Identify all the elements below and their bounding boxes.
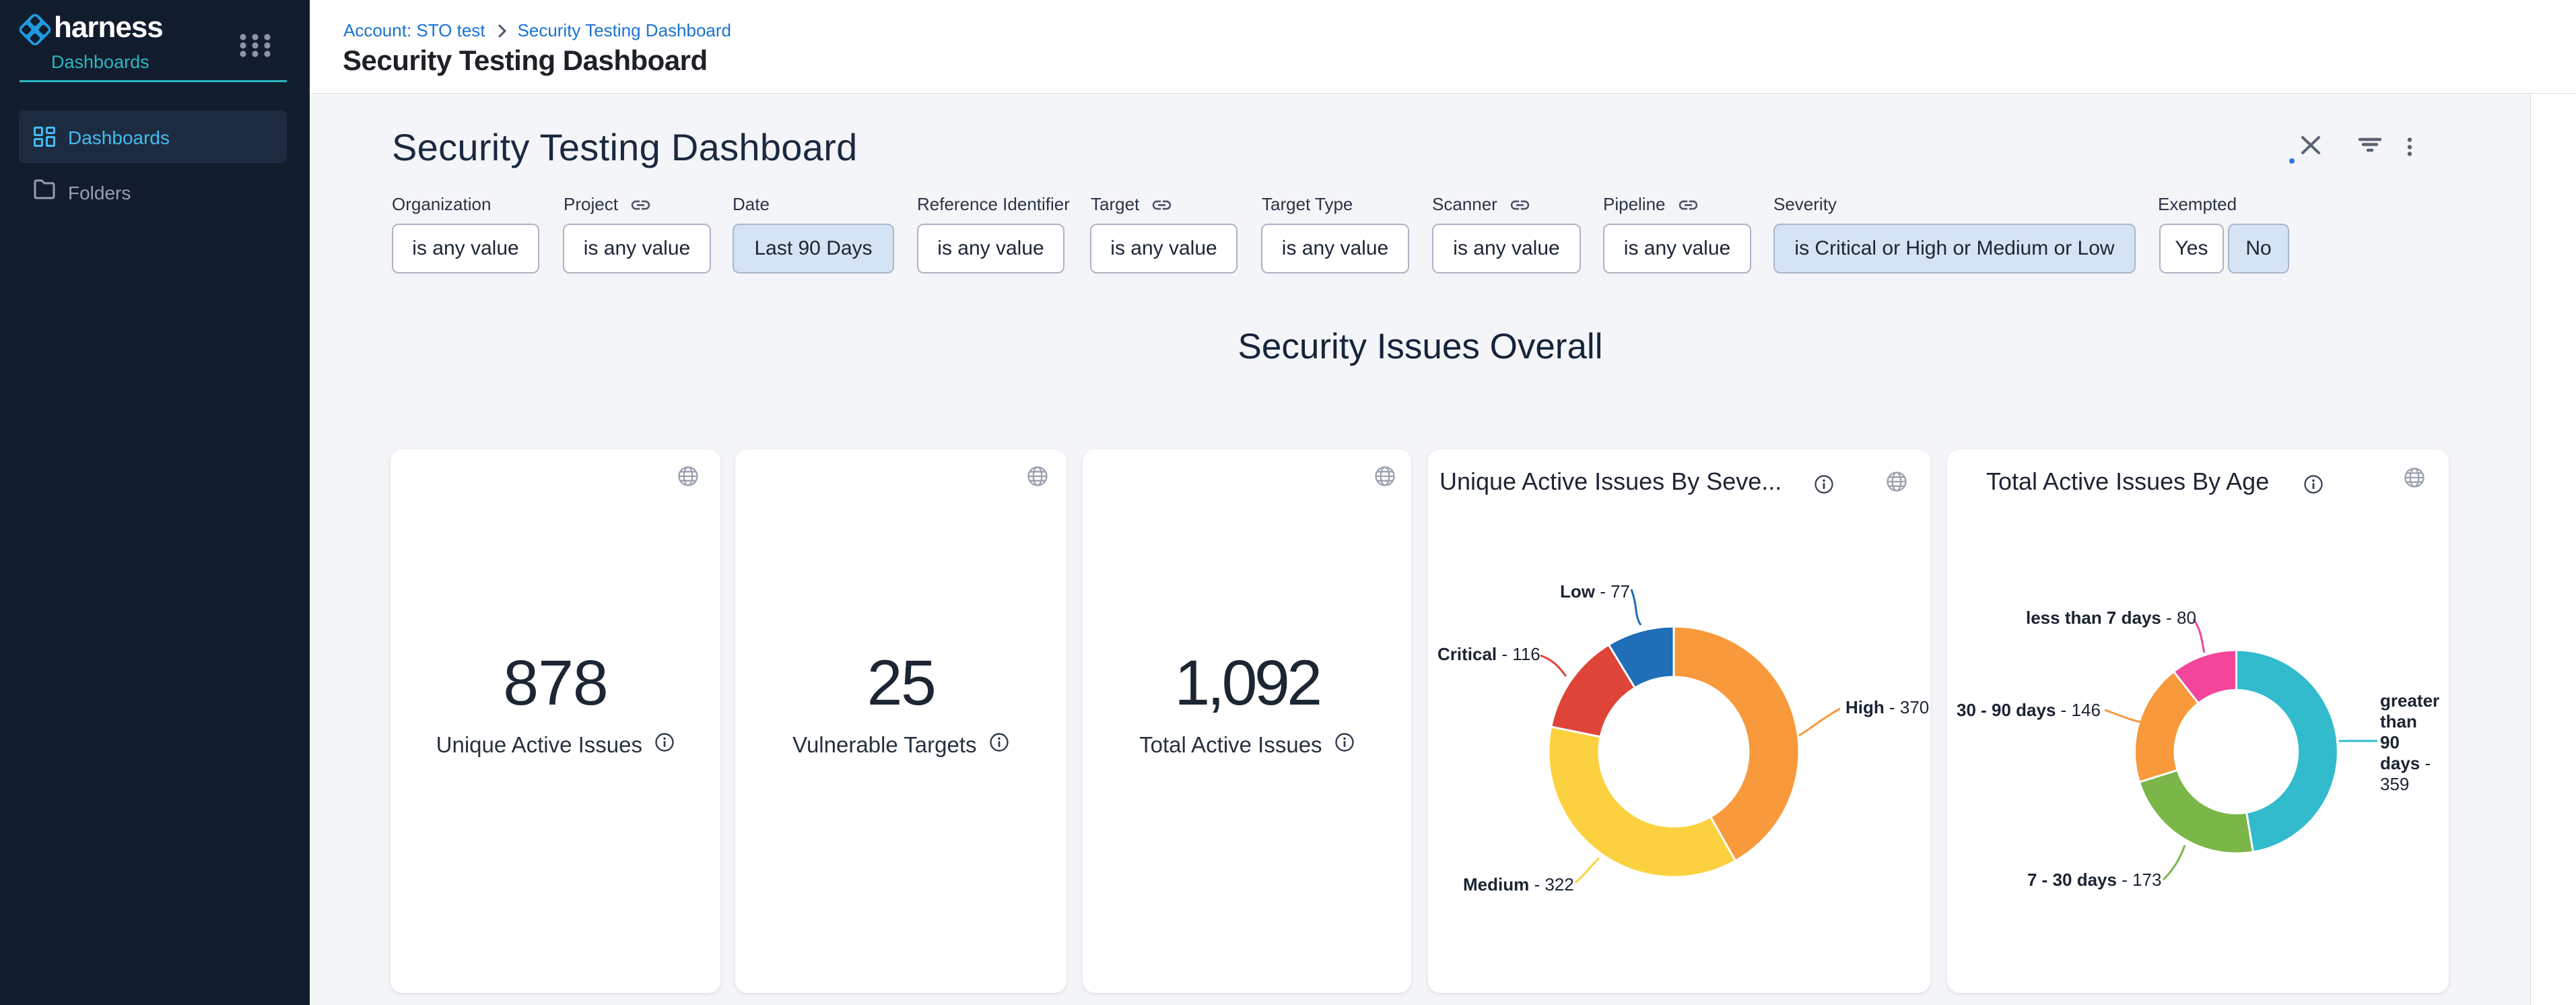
svg-text:days -: days - [2380, 753, 2431, 773]
svg-text:90: 90 [2380, 732, 2400, 752]
svg-text:7 - 30 days - 173: 7 - 30 days - 173 [2027, 870, 2161, 890]
svg-text:Critical - 116: Critical - 116 [1437, 644, 1540, 664]
svg-text:less than 7 days - 80: less than 7 days - 80 [2026, 608, 2196, 628]
svg-text:greater: greater [2380, 690, 2439, 711]
svg-text:High - 370: High - 370 [1845, 697, 1929, 717]
svg-text:Low - 77: Low - 77 [1560, 581, 1630, 602]
svg-text:Medium - 322: Medium - 322 [1463, 874, 1574, 895]
svg-text:359: 359 [2380, 774, 2409, 794]
svg-text:30 - 90 days - 146: 30 - 90 days - 146 [1957, 700, 2101, 720]
svg-text:than: than [2380, 711, 2417, 732]
